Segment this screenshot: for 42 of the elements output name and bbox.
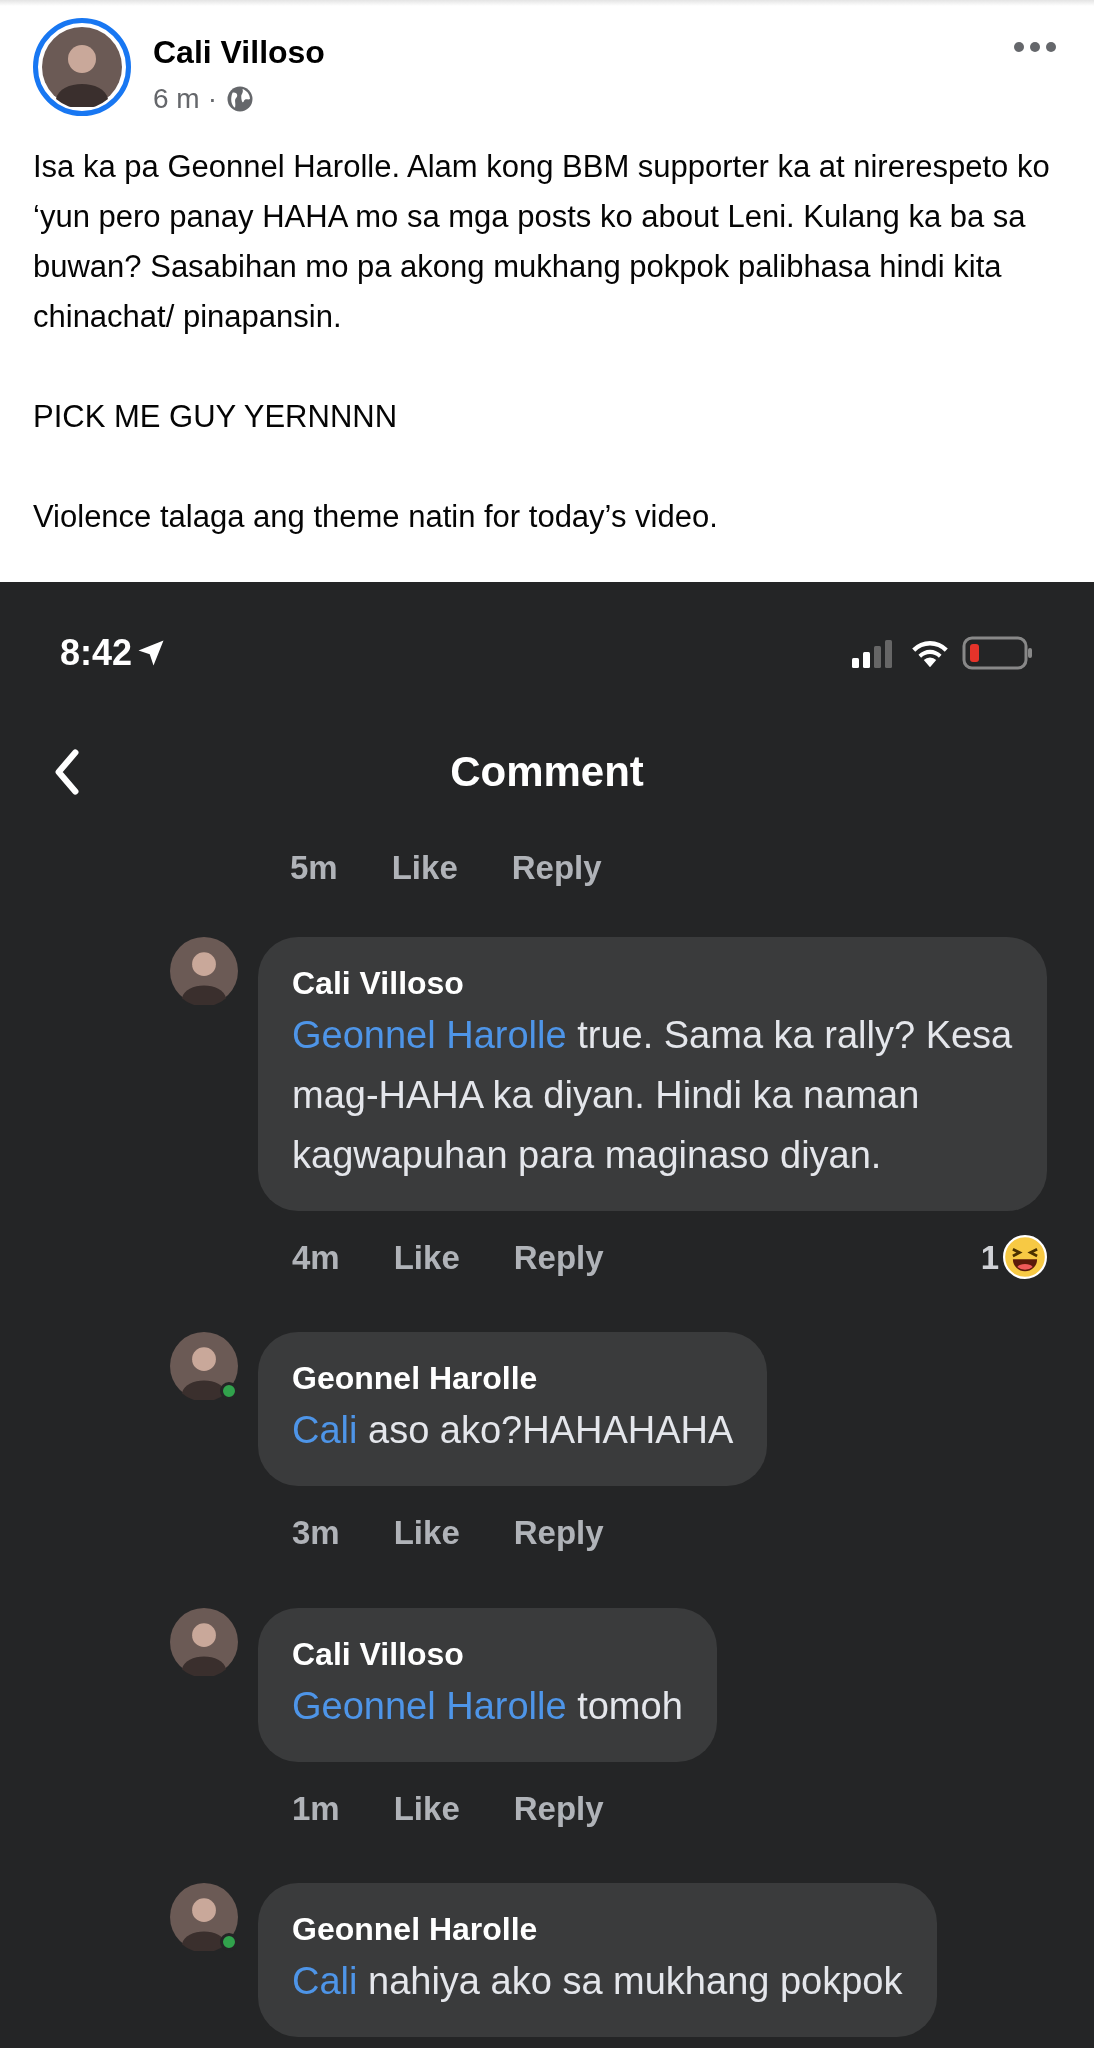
mention-link[interactable]: Geonnel Harolle	[292, 1013, 567, 1056]
comment-text: Geonnel Harolle tomoh	[292, 1683, 683, 1729]
mention-link[interactable]: Cali	[292, 1409, 358, 1451]
reply-link[interactable]: Reply	[513, 1232, 604, 1282]
reply-link[interactable]: Reply	[513, 1783, 604, 1833]
commenter-name[interactable]: Geonnel Harolle	[292, 1356, 734, 1400]
more-options-icon[interactable]	[1013, 40, 1057, 54]
post-text: Violence talaga ang theme natin for today’s video.	[33, 498, 719, 536]
laughing-emoji-icon[interactable]	[1003, 1235, 1047, 1280]
post-text: PICK ME GUY YERNNNN	[33, 398, 399, 436]
status-time: 8:42	[60, 631, 133, 675]
mention-link[interactable]: Geonnel Harolle	[292, 1684, 567, 1727]
post-time: 6 m	[153, 82, 200, 116]
avatar[interactable]	[42, 27, 122, 107]
avatar[interactable]	[170, 1332, 238, 1400]
avatar[interactable]	[170, 1883, 238, 1951]
commenter-name[interactable]: Cali Villoso	[292, 960, 1013, 1005]
comment-time: 1m	[292, 1788, 340, 1829]
post-text: Isa ka pa Geonnel Harolle. Alam kong BBM supporter ka at nirerespeto ko ‘yun pero panay HAHA mo sa mga posts ko about Leni. Kulang ka ba sa buwan? Sasabihan mo pa akong mukhang pokpok palibhasa hindi kita chinachat/ pinapansin.	[33, 148, 1051, 336]
comment-text: Geonnel Harolle true. Sama ka rally? Kesa mag-HAHA ka diyan. Hindi ka naman kagwapuhan para maginaso diyan.	[292, 1012, 1013, 1178]
separator-dot: ·	[207, 82, 217, 116]
like-link[interactable]: Like	[391, 843, 458, 893]
reply-link[interactable]: Reply	[513, 1508, 604, 1558]
author-name[interactable]: Cali Villoso	[153, 32, 325, 72]
reaction-count[interactable]: 1	[980, 1232, 999, 1282]
avatar[interactable]	[170, 936, 238, 1005]
commenter-name[interactable]: Cali Villoso	[292, 1631, 683, 1676]
mention-link[interactable]: Cali	[292, 1960, 358, 2002]
comment-text: Cali nahiya ako sa mukhang pokpok	[292, 1959, 903, 2004]
globe-icon	[225, 84, 255, 114]
reply-link[interactable]: Reply	[511, 843, 602, 893]
comment-time: 3m	[292, 1513, 340, 1553]
comment-time: 5m	[290, 848, 338, 888]
avatar[interactable]	[170, 1607, 238, 1676]
comment-time: 4m	[292, 1237, 340, 1278]
battery-icon	[962, 636, 1034, 670]
comment-text: Cali aso ako?HAHAHAHA	[292, 1408, 734, 1453]
like-link[interactable]: Like	[393, 1783, 460, 1833]
like-link[interactable]: Like	[393, 1508, 460, 1558]
like-link[interactable]: Like	[393, 1232, 460, 1282]
screen-title: Comment	[450, 747, 644, 797]
commenter-name[interactable]: Geonnel Harolle	[292, 1907, 903, 1951]
